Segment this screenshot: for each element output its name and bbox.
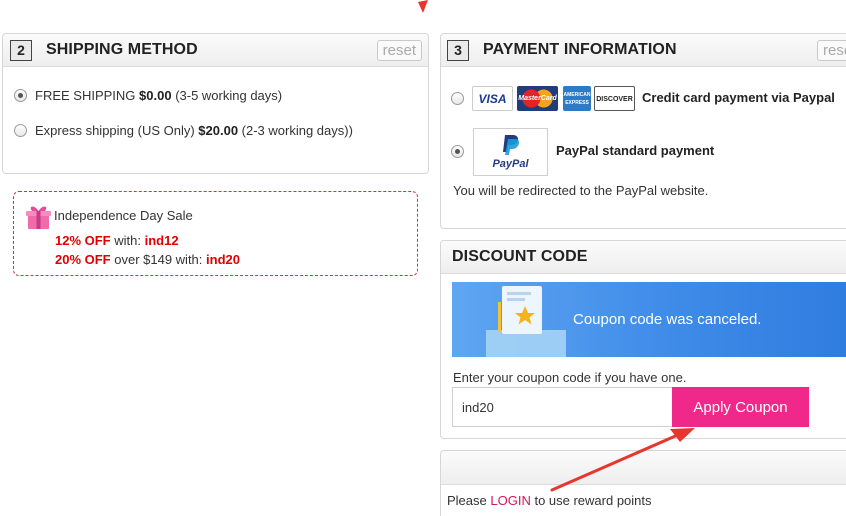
- coupon-status-banner: Coupon code was canceled.: [452, 282, 846, 357]
- promo-line-2: 20% OFF over $149 with: ind20: [55, 252, 240, 267]
- coupon-prompt: Enter your coupon code if you have one.: [453, 370, 687, 385]
- promo-condition: over $149 with:: [110, 252, 207, 267]
- credit-card-label[interactable]: Credit card payment via Paypal: [642, 90, 835, 105]
- free-shipping-radio[interactable]: [14, 89, 27, 102]
- promo-title: Independence Day Sale: [54, 208, 193, 223]
- paypal-p-icon: [503, 135, 520, 155]
- redirect-note: You will be redirected to the PayPal web…: [453, 183, 709, 198]
- free-shipping-option[interactable]: FREE SHIPPING $0.00 (3-5 working days): [35, 88, 282, 103]
- step-number: 2: [10, 40, 32, 61]
- option-label: Express shipping (US Only): [35, 123, 199, 138]
- credit-card-radio[interactable]: [451, 92, 464, 105]
- login-link[interactable]: LOGIN: [490, 493, 530, 508]
- option-note: (3-5 working days): [171, 88, 283, 103]
- sale-promo-box: Independence Day Sale 12% OFF with: ind1…: [13, 191, 418, 276]
- panel-title: PAYMENT INFORMATION: [483, 41, 677, 58]
- express-shipping-option[interactable]: Express shipping (US Only) $20.00 (2-3 w…: [35, 123, 353, 138]
- paypal-radio[interactable]: [451, 145, 464, 158]
- panel-title: SHIPPING METHOD: [46, 41, 198, 58]
- mastercard-logo-icon: MasterCard: [517, 86, 558, 111]
- amex-logo-icon: AMERICAN EXPRESS: [563, 86, 591, 111]
- reset-button[interactable]: reset: [376, 40, 422, 61]
- step-number: 3: [447, 40, 469, 61]
- discount-percent: 20% OFF: [55, 252, 111, 267]
- discount-percent: 12% OFF: [55, 233, 111, 248]
- promo-code: ind20: [206, 252, 240, 267]
- payment-information-header: 3 PAYMENT INFORMATION rese: [441, 34, 846, 67]
- paypal-wordmark: PayPal: [492, 158, 529, 170]
- shipping-method-panel: 2 SHIPPING METHOD reset: [2, 33, 429, 174]
- option-label: FREE SHIPPING: [35, 88, 140, 103]
- panel-title: DISCOUNT CODE: [452, 248, 588, 265]
- annotation-arrow-icon: [550, 428, 695, 492]
- discount-code-header: DISCOUNT CODE: [441, 241, 846, 274]
- annotation-arrow-top-icon: [418, 0, 428, 13]
- reward-prefix: Please: [447, 493, 491, 508]
- gift-icon: [26, 206, 51, 229]
- option-price: $20.00: [198, 123, 239, 138]
- discover-logo-icon: DISCOVER: [594, 86, 635, 111]
- coupon-document-star-icon: [486, 286, 566, 357]
- paypal-logo-icon: PayPal: [473, 128, 548, 176]
- paypal-label[interactable]: PayPal standard payment: [556, 143, 714, 158]
- visa-logo-icon: VISA: [472, 86, 513, 111]
- express-shipping-radio[interactable]: [14, 124, 27, 137]
- reset-button[interactable]: rese: [817, 40, 846, 61]
- promo-condition: with:: [110, 233, 145, 248]
- promo-code: ind12: [144, 233, 179, 248]
- shipping-method-header: 2 SHIPPING METHOD reset: [3, 34, 428, 67]
- banner-message: Coupon code was canceled.: [573, 311, 762, 328]
- option-note: (2-3 working days)): [238, 123, 353, 138]
- option-price: $0.00: [139, 88, 172, 103]
- promo-line-1: 12% OFF with: ind12: [55, 233, 179, 248]
